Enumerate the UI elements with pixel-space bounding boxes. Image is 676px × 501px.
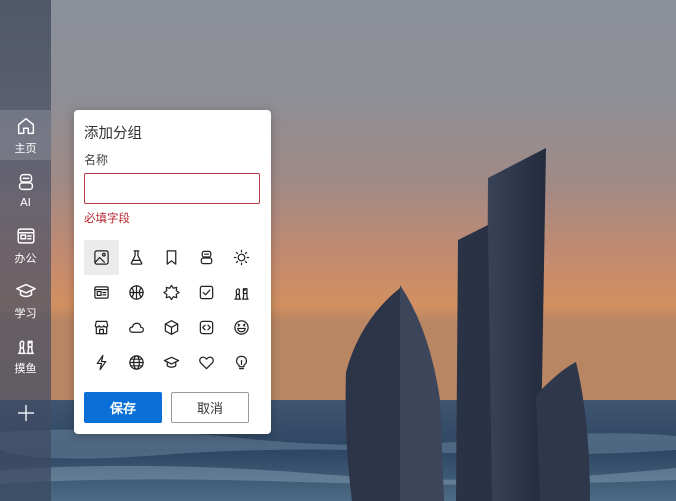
sidebar-item-label: 摸鱼 [14,361,37,375]
sidebar-item-home[interactable]: 主页 [0,110,51,160]
icon-option-news[interactable] [84,275,119,310]
icon-option-robot[interactable] [189,240,224,275]
graduation-cap-icon [15,283,36,297]
icon-option-flask[interactable] [119,240,154,275]
sidebar: 主页 AI 办公 学习 摸鱼 [0,0,51,501]
dialog-title: 添加分组 [84,126,142,142]
graduation-cap-icon [163,356,180,368]
save-button[interactable]: 保存 [84,392,162,423]
add-group-dialog: 添加分组 名称 必填字段 保存 取消 [74,110,271,434]
home-icon [17,117,34,134]
chess-icon [234,288,249,300]
icon-option-code[interactable] [189,310,224,345]
icon-option-cube[interactable] [154,310,189,345]
icon-option-basketball[interactable] [119,275,154,310]
lightbulb-icon [235,355,248,370]
basketball-icon [129,285,144,300]
cloud-icon [129,322,145,333]
icon-option-badge-star[interactable] [154,275,189,310]
sidebar-item-label: 学习 [14,306,37,320]
plus-icon [17,405,34,421]
cancel-button[interactable]: 取消 [171,392,249,423]
chess-icon [17,339,34,354]
icon-option-lightbulb[interactable] [224,345,259,380]
sidebar-item-office[interactable]: 办公 [0,220,51,270]
icon-option-chess[interactable] [224,275,259,310]
name-input[interactable] [84,173,260,204]
code-icon [199,320,214,335]
robot-icon [18,173,33,191]
icon-option-graduation-cap[interactable] [154,345,189,380]
laugh-icon [234,320,249,335]
sidebar-item-label: 主页 [14,141,37,155]
icon-option-cloud[interactable] [119,310,154,345]
icon-option-checkbox[interactable] [189,275,224,310]
icon-option-globe[interactable] [119,345,154,380]
icon-option-sun[interactable] [224,240,259,275]
image-icon [94,250,109,265]
bookmark-icon [166,250,177,265]
sidebar-item-ai[interactable]: AI [0,165,51,215]
required-error-text: 必填字段 [84,211,130,225]
add-group-button[interactable] [0,392,51,434]
icon-option-heart[interactable] [189,345,224,380]
icon-option-bookmark[interactable] [154,240,189,275]
name-label: 名称 [84,153,109,167]
cube-icon [164,320,179,335]
icon-option-lightning[interactable] [84,345,119,380]
icon-option-laugh[interactable] [224,310,259,345]
news-icon [94,286,109,299]
checkbox-icon [199,285,214,300]
sidebar-item-study[interactable]: 学习 [0,275,51,325]
sidebar-item-label: AI [20,196,31,209]
icon-option-image[interactable] [84,240,119,275]
sun-icon [233,249,250,266]
store-icon [94,320,109,335]
lightning-icon [96,354,107,371]
sidebar-item-label: 办公 [14,251,37,265]
robot-icon [200,250,213,265]
icon-option-store[interactable] [84,310,119,345]
flask-icon [130,250,143,265]
badge-star-icon [163,284,180,301]
globe-icon [129,355,144,370]
office-card-icon [16,227,35,244]
sidebar-item-leisure[interactable]: 摸鱼 [0,330,51,380]
heart-icon [199,356,214,370]
